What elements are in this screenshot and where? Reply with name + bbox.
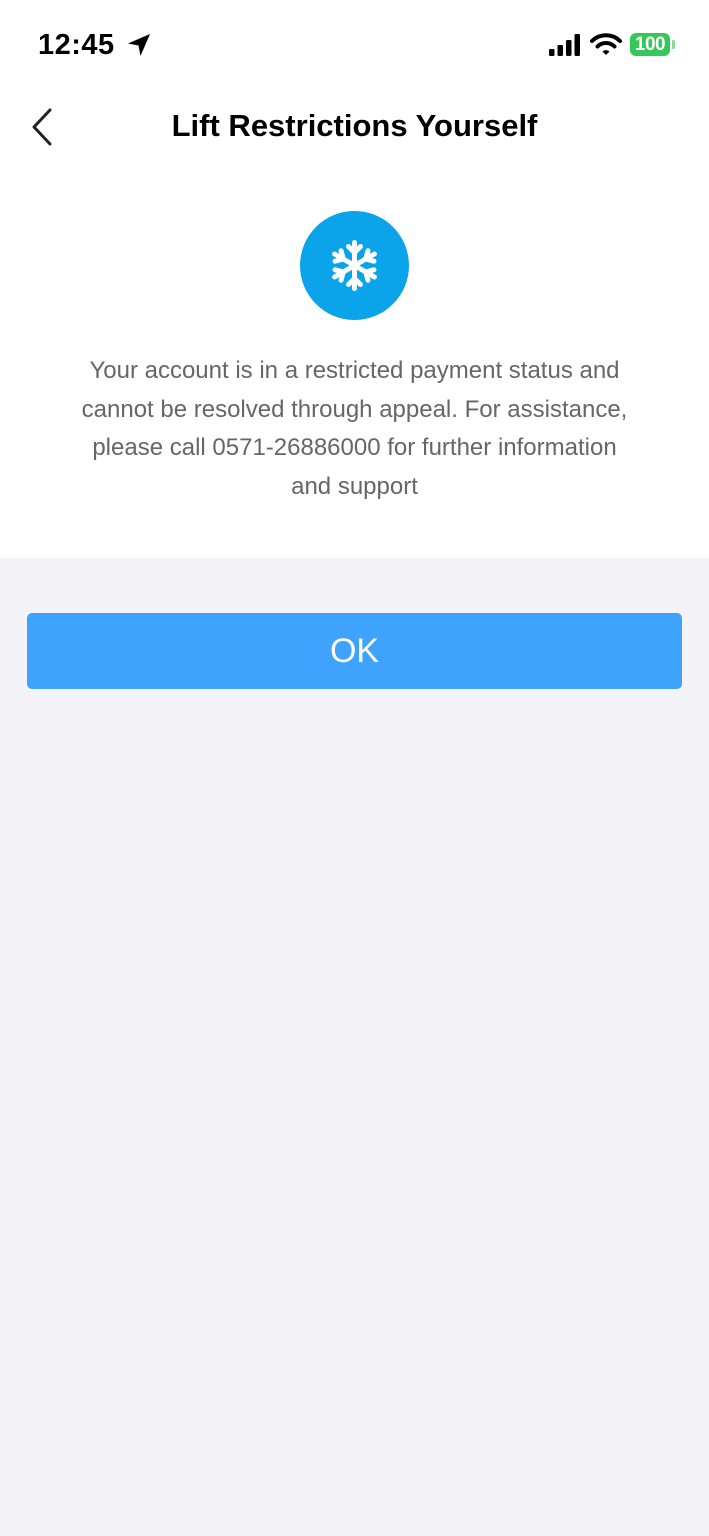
location-arrow-icon — [128, 34, 150, 56]
ok-button[interactable]: OK — [27, 613, 682, 689]
page-title: Lift Restrictions Yourself — [171, 108, 538, 143]
snowflake-icon — [332, 240, 377, 291]
status-icon-badge — [300, 211, 409, 320]
restriction-message: Your account is in a restricted payment … — [81, 357, 628, 500]
content-panel: 12:45 100 Lift Restrictions Yourself You… — [0, 0, 709, 558]
battery-icon: 100 — [630, 33, 670, 56]
cellular-signal-icon — [549, 34, 580, 56]
battery-nub — [672, 40, 675, 49]
status-bar: 12:45 100 — [0, 0, 709, 90]
wifi-icon — [590, 33, 622, 55]
status-time: 12:45 — [38, 29, 115, 61]
battery-level: 100 — [634, 34, 666, 55]
